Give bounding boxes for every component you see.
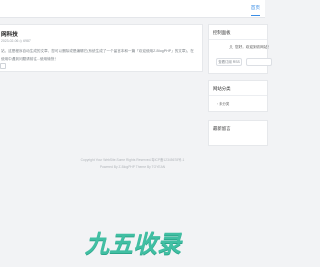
control-panel-widget: 控制面板 您好，欢迎到访网站！ 查看订阅 RSS (208, 24, 272, 74)
post-title-link[interactable]: 网科技 (1, 30, 18, 38)
categories-title: 网站分类 (213, 86, 231, 91)
brand-logo: 九五收录 (85, 230, 181, 258)
control-panel-title: 控制面板 (213, 30, 231, 35)
welcome-message: 您好，欢迎到访网站！ (229, 45, 271, 50)
secondary-panel-button[interactable] (246, 58, 272, 66)
user-icon (229, 45, 233, 49)
recent-comments-widget: 最新留言 (208, 120, 268, 146)
post-card: 网科技 2023-02-06 ◎ 6987 站，这是程序自动生成的文章，您可以删… (0, 24, 203, 72)
divider (209, 95, 267, 96)
footer-copyright: Copyright Your WebSite.Some Rights Reser… (80, 158, 185, 162)
post-excerpt: 站，这是程序自动生成的文章，您可以删除或是编辑它(系统生成了一个留言本和一篇「欢… (1, 49, 194, 61)
welcome-text: 您好，欢迎到访网站！ (235, 45, 271, 49)
top-nav-bar: 首页 (0, 0, 265, 18)
subscribe-rss-button[interactable]: 查看订阅 RSS (216, 58, 242, 66)
read-more-button[interactable] (0, 63, 6, 69)
nav-home-link[interactable]: 首页 (250, 4, 261, 16)
footer: Copyright Your WebSite.Some Rights Reser… (0, 157, 265, 171)
footer-powered-by: Powered By Z-BlogPHP Theme By TOYEAN (99, 165, 166, 169)
categories-widget: 网站分类 未分类 (208, 80, 268, 112)
recent-comments-title: 最新留言 (213, 126, 231, 131)
divider (209, 39, 267, 40)
post-meta: 2023-02-06 ◎ 6987 (1, 39, 31, 43)
category-item-uncategorized[interactable]: 未分类 (217, 101, 229, 106)
